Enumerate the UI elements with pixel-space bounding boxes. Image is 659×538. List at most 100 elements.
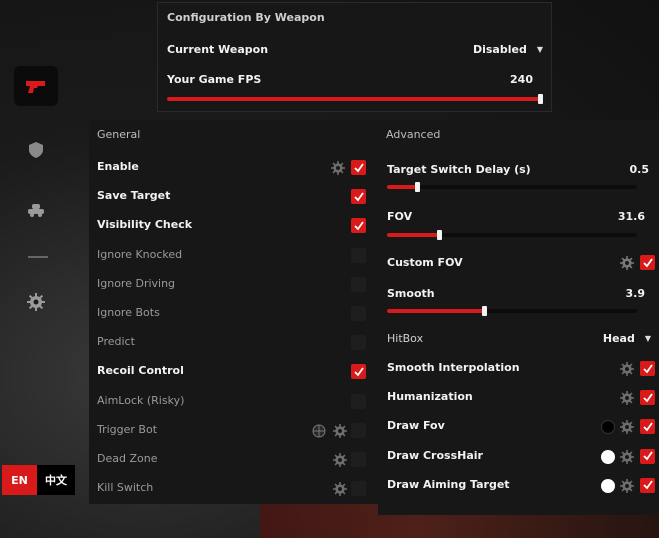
current-weapon-value: Disabled bbox=[472, 43, 527, 56]
checkmark-icon bbox=[353, 192, 364, 202]
general-enable-label: Enable bbox=[97, 160, 139, 173]
advanced-panel: Advanced Target Switch Delay (s) 0.5 FOV… bbox=[378, 120, 659, 515]
advanced-draw-fov-color-swatch[interactable] bbox=[601, 420, 615, 435]
general-ignore-driving-checkbox[interactable] bbox=[351, 276, 366, 292]
advanced-draw-aiming-target-gear-icon[interactable] bbox=[620, 478, 634, 493]
general-trigger-bot-label: Trigger Bot bbox=[97, 422, 158, 436]
general-recoil-control-label: Recoil Control bbox=[97, 364, 184, 378]
advanced-humanization-checkbox[interactable] bbox=[640, 390, 655, 406]
advanced-draw-crosshair-label: Draw CrossHair bbox=[387, 448, 483, 462]
smooth-slider[interactable] bbox=[387, 306, 637, 316]
general-recoil-control-checkbox[interactable] bbox=[351, 364, 366, 380]
advanced-draw-crosshair-gear-icon[interactable] bbox=[620, 449, 634, 464]
general-aimlock-risky-label: AimLock (Risky) bbox=[97, 393, 185, 407]
general-ignore-knocked-checkbox[interactable] bbox=[351, 247, 366, 263]
checkmark-icon bbox=[642, 422, 653, 432]
general-kill-switch-gear-icon[interactable] bbox=[333, 482, 347, 497]
smooth-slider-fill bbox=[387, 309, 485, 313]
target-switch-slider-thumb[interactable] bbox=[414, 182, 420, 192]
fps-value: 240 bbox=[510, 73, 533, 86]
general-predict-label: Predict bbox=[97, 335, 135, 349]
advanced-draw-aiming-target-label: Draw Aiming Target bbox=[387, 477, 510, 491]
general-dead-zone-checkbox[interactable] bbox=[351, 452, 366, 467]
current-weapon-label: Current Weapon bbox=[167, 43, 269, 56]
general-dead-zone-gear-icon[interactable] bbox=[333, 453, 347, 467]
general-aimlock-risky-checkbox[interactable] bbox=[351, 393, 366, 409]
pistol-icon bbox=[26, 81, 45, 93]
fov-slider-thumb[interactable] bbox=[437, 230, 442, 240]
fov-slider-fill bbox=[387, 233, 440, 237]
weapon-config-panel: Configuration By Weapon Current Weapon D… bbox=[157, 2, 552, 112]
advanced-draw-aiming-target-color-swatch[interactable] bbox=[601, 478, 615, 493]
shield-icon bbox=[29, 142, 43, 158]
general-predict-checkbox[interactable] bbox=[351, 335, 366, 351]
gear-icon bbox=[27, 293, 45, 311]
current-weapon-dropdown[interactable]: Disabled ▼ bbox=[473, 43, 543, 56]
general-ignore-driving-label: Ignore Driving bbox=[97, 276, 176, 290]
language-zh-button[interactable]: 中文 bbox=[37, 465, 75, 495]
advanced-humanization-label: Humanization bbox=[387, 390, 473, 404]
fps-slider[interactable] bbox=[167, 94, 543, 104]
advanced-draw-fov-gear-icon[interactable] bbox=[620, 420, 634, 435]
sidebar-item-aimbot[interactable] bbox=[14, 66, 58, 106]
advanced-draw-crosshair-color-swatch[interactable] bbox=[601, 449, 615, 464]
checkmark-icon bbox=[353, 162, 364, 172]
custom-fov-checkbox[interactable] bbox=[640, 255, 655, 270]
fov-label: FOV bbox=[387, 210, 413, 223]
custom-fov-label: Custom FOV bbox=[387, 256, 463, 269]
fps-slider-thumb[interactable] bbox=[538, 94, 543, 104]
sidebar bbox=[10, 60, 66, 330]
globe-icon[interactable] bbox=[312, 424, 326, 438]
tank-icon bbox=[28, 204, 44, 217]
target-switch-slider-fill bbox=[387, 185, 417, 189]
general-dead-zone-label: Dead Zone bbox=[97, 452, 158, 465]
fps-slider-fill bbox=[167, 97, 541, 101]
general-save-target-checkbox[interactable] bbox=[351, 189, 366, 205]
advanced-draw-fov-checkbox[interactable] bbox=[640, 419, 655, 435]
smooth-label: Smooth bbox=[387, 287, 435, 300]
weapon-config-title: Configuration By Weapon bbox=[167, 11, 325, 24]
general-visibility-check-label: Visibility Check bbox=[97, 218, 193, 232]
chevron-down-icon: ▼ bbox=[644, 334, 651, 343]
sidebar-item-settings[interactable] bbox=[14, 282, 58, 322]
custom-fov-gear-icon[interactable] bbox=[620, 256, 634, 270]
smooth-slider-thumb[interactable] bbox=[482, 306, 487, 316]
fov-slider[interactable] bbox=[387, 230, 637, 240]
target-switch-value: 0.5 bbox=[629, 163, 650, 176]
checkmark-icon bbox=[642, 257, 653, 267]
advanced-draw-crosshair-checkbox[interactable] bbox=[640, 448, 655, 464]
general-ignore-bots-checkbox[interactable] bbox=[351, 306, 366, 321]
hitbox-value: Head bbox=[602, 332, 635, 345]
sidebar-item-protection[interactable] bbox=[14, 130, 58, 170]
checkmark-icon bbox=[642, 480, 653, 490]
hitbox-dropdown[interactable]: Head ▼ bbox=[603, 332, 651, 345]
fov-value: 31.6 bbox=[617, 210, 645, 223]
sidebar-item-vehicle[interactable] bbox=[14, 190, 58, 230]
target-switch-label: Target Switch Delay (s) bbox=[387, 163, 531, 176]
sidebar-divider bbox=[28, 256, 48, 258]
checkmark-icon bbox=[642, 363, 653, 373]
hitbox-label: HitBox bbox=[387, 332, 424, 345]
general-trigger-bot-checkbox[interactable] bbox=[351, 422, 366, 438]
checkmark-icon bbox=[353, 367, 364, 377]
advanced-humanization-gear-icon[interactable] bbox=[620, 391, 634, 406]
general-kill-switch-checkbox[interactable] bbox=[351, 481, 366, 497]
checkmark-icon bbox=[353, 221, 364, 231]
language-en-button[interactable]: EN bbox=[2, 465, 37, 495]
advanced-smooth-interpolation-gear-icon[interactable] bbox=[620, 362, 634, 376]
general-trigger-bot-gear-icon[interactable] bbox=[333, 423, 347, 438]
smooth-value: 3.9 bbox=[625, 287, 646, 300]
target-switch-slider[interactable] bbox=[387, 182, 637, 192]
advanced-draw-aiming-target-checkbox[interactable] bbox=[640, 477, 655, 493]
advanced-smooth-interpolation-checkbox[interactable] bbox=[640, 361, 655, 376]
general-kill-switch-label: Kill Switch bbox=[97, 481, 154, 495]
general-save-target-label: Save Target bbox=[97, 189, 171, 203]
general-enable-gear-icon[interactable] bbox=[331, 161, 345, 175]
advanced-title: Advanced bbox=[386, 128, 441, 141]
general-visibility-check-checkbox[interactable] bbox=[351, 218, 366, 234]
general-title: General bbox=[97, 128, 141, 141]
general-ignore-knocked-label: Ignore Knocked bbox=[97, 247, 183, 261]
checkmark-icon bbox=[642, 451, 653, 461]
general-enable-checkbox[interactable] bbox=[351, 160, 366, 175]
general-ignore-bots-label: Ignore Bots bbox=[97, 306, 160, 319]
